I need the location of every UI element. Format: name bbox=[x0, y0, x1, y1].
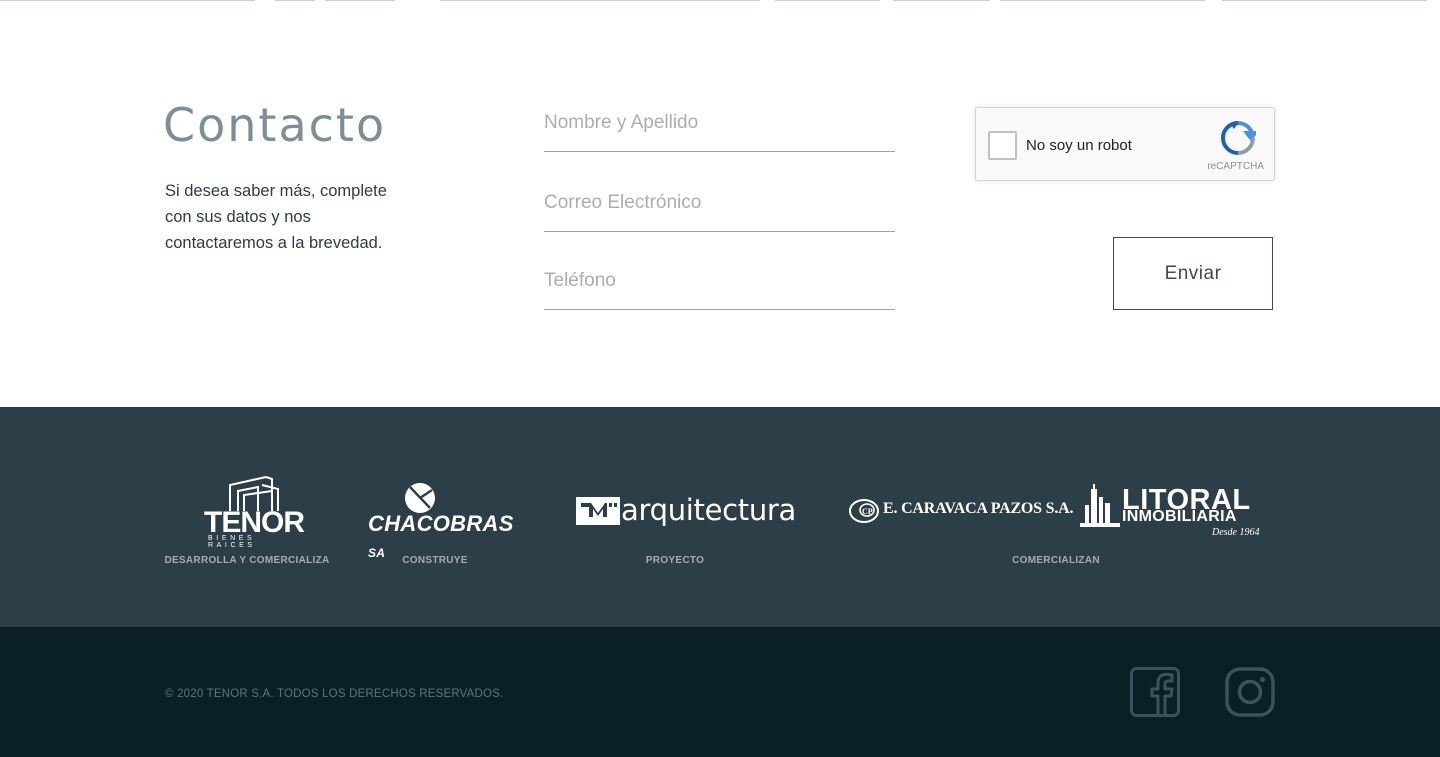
litoral-inmobiliaria-logo: LITORAL INMOBILIARIA Desde 1964 bbox=[1080, 483, 1265, 543]
footer: © 2020 TENOR S.A. TODOS LOS DERECHOS RES… bbox=[0, 627, 1440, 757]
contact-description: Si desea saber más, complete con sus dat… bbox=[165, 182, 387, 252]
comercializan-caption: COMERCIALIZAN bbox=[1012, 555, 1100, 566]
name-input[interactable] bbox=[544, 106, 895, 151]
recaptcha-icon bbox=[1220, 121, 1256, 155]
recaptcha-label: No soy un robot bbox=[1026, 137, 1132, 154]
tenor-logo: TENOR BIENES RAICES bbox=[200, 473, 305, 549]
copyright-text: © 2020 TENOR S.A. TODOS LOS DERECHOS RES… bbox=[165, 688, 504, 700]
phone-input[interactable] bbox=[544, 264, 895, 309]
recaptcha-checkbox[interactable] bbox=[988, 131, 1017, 160]
facebook-icon[interactable] bbox=[1130, 667, 1180, 717]
top-divider bbox=[0, 0, 1440, 3]
arquitectura-caption: PROYECTO bbox=[645, 555, 705, 566]
phone-field[interactable] bbox=[544, 264, 895, 310]
chacobras-caption: CONSTRUYE bbox=[402, 555, 468, 566]
send-button[interactable]: Enviar bbox=[1113, 237, 1273, 310]
svg-text:CP: CP bbox=[862, 507, 873, 516]
email-input[interactable] bbox=[544, 186, 895, 231]
contact-title: Contacto bbox=[163, 98, 387, 152]
instagram-icon[interactable] bbox=[1225, 667, 1275, 717]
m-arquitectura-logo: arquitectura bbox=[576, 493, 796, 529]
contact-section: Contacto Si desea saber más, complete co… bbox=[0, 0, 1440, 407]
tenor-caption: DESARROLLA Y COMERCIALIZA bbox=[164, 555, 330, 566]
recaptcha-widget: No soy un robot reCAPTCHA bbox=[975, 107, 1275, 181]
recaptcha-brand: reCAPTCHA bbox=[1207, 161, 1264, 172]
email-field[interactable] bbox=[544, 186, 895, 232]
caravaca-logo: CP E. CARAVACA PAZOS S.A. bbox=[848, 495, 1074, 527]
partners-section: TENOR BIENES RAICES DESARROLLA Y COMERCI… bbox=[0, 407, 1440, 627]
name-field[interactable] bbox=[544, 106, 895, 152]
chacobras-logo: CHACOBRAS SA bbox=[366, 481, 513, 560]
